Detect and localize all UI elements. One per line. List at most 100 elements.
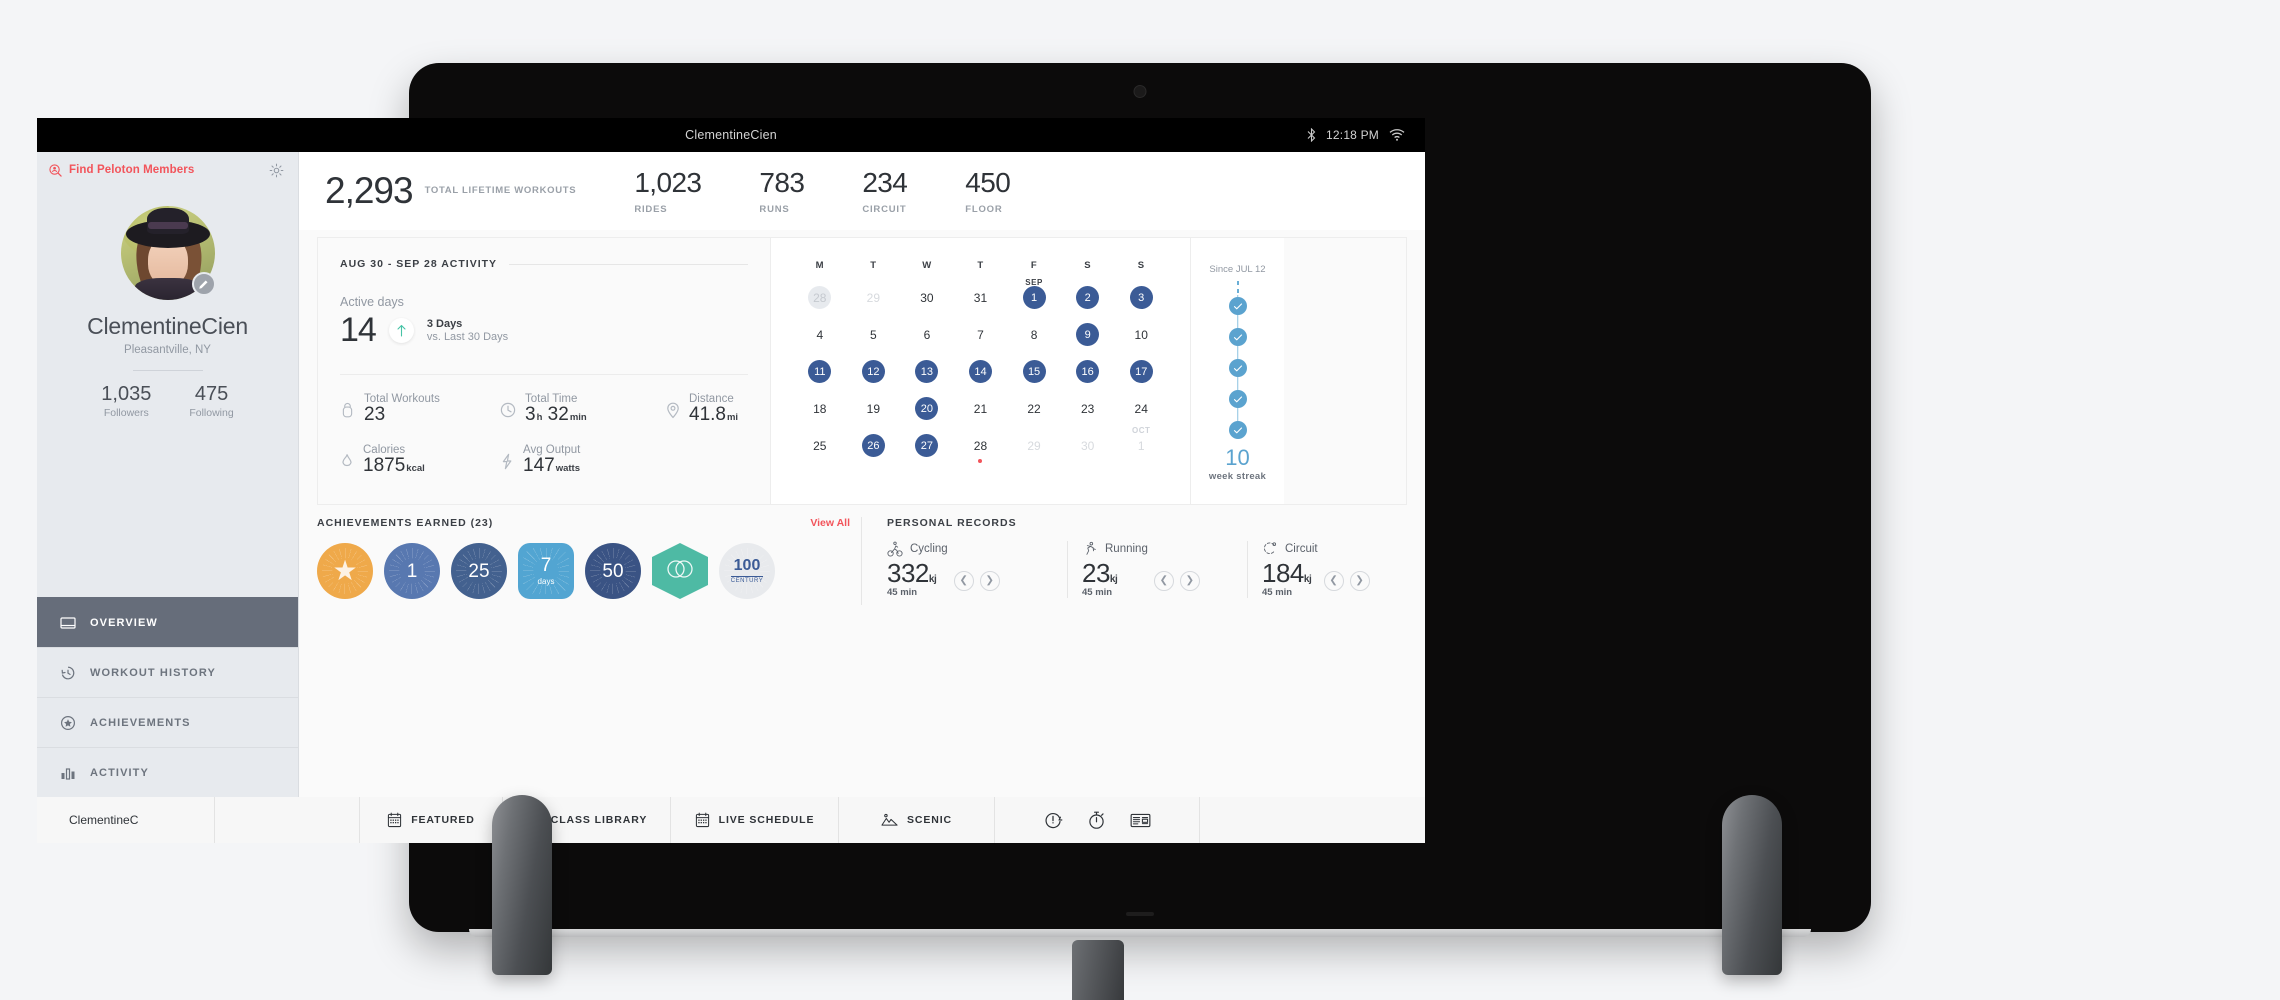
calendar-day[interactable]: 3	[1114, 279, 1168, 316]
record-value: 23	[1082, 558, 1110, 588]
trend-value: 3 Days	[426, 318, 463, 330]
view-all-link[interactable]: View All	[810, 517, 850, 529]
calendar-day-number: 16	[1076, 360, 1100, 383]
calendar-day-number: 25	[813, 438, 827, 453]
map-pin-icon	[666, 402, 680, 419]
history-refresh-icon[interactable]	[1043, 810, 1063, 830]
bottom-nav-tools	[995, 797, 1200, 843]
chevron-right-icon[interactable]: ❯	[1349, 570, 1370, 591]
personal-records-title: PERSONAL RECORDS	[887, 517, 1017, 529]
sidebar-item-label: ACHIEVEMENTS	[90, 716, 191, 729]
calendar-day[interactable]: 23	[1061, 390, 1115, 427]
calendar-day[interactable]: 13	[900, 353, 954, 390]
overlap-badge[interactable]	[652, 543, 708, 599]
calendar-day[interactable]: 27	[900, 427, 954, 464]
profile-name: ClementineCien	[87, 313, 248, 339]
output-value: 147	[523, 455, 555, 476]
calendar-day[interactable]: 21	[954, 390, 1008, 427]
25-rides-badge[interactable]: 25	[451, 543, 507, 599]
calendar-day[interactable]: SEP 1	[1007, 278, 1061, 316]
calendar-day[interactable]: 10	[1114, 316, 1168, 353]
calendar-day[interactable]: 26	[847, 427, 901, 464]
find-members-label: Find Peloton Members	[69, 164, 195, 176]
century-badge[interactable]: 100 CENTURY	[719, 543, 775, 599]
sidebar-item-workout-history[interactable]: WORKOUT HISTORY	[37, 647, 298, 697]
pencil-icon[interactable]	[191, 272, 216, 296]
calendar-day-number: 13	[915, 360, 939, 383]
chevron-left-icon[interactable]: ❮	[1323, 570, 1344, 591]
calendar-day[interactable]: 30	[900, 279, 954, 316]
bike-post	[1072, 940, 1124, 1000]
calendar-day[interactable]: 19	[847, 390, 901, 427]
calendar-day[interactable]: 14	[954, 353, 1008, 390]
bottom-nav: ClementineC FEATURED CLASS LIBRARY LIVE …	[37, 797, 1425, 843]
calendar-day[interactable]: 16	[1061, 353, 1115, 390]
news-icon[interactable]	[1130, 812, 1151, 829]
calendar-day[interactable]: 6	[900, 316, 954, 353]
calendar-day[interactable]: 9	[1061, 316, 1115, 353]
calendar-day[interactable]: 18	[793, 390, 847, 427]
calendar-icon	[387, 812, 402, 828]
first-ride-badge[interactable]: 1	[384, 543, 440, 599]
calendar-day-number: 26	[861, 434, 885, 457]
calendar-day[interactable]: 28	[954, 427, 1008, 464]
weekday-label: M	[815, 260, 824, 271]
star-badge[interactable]: ★	[317, 543, 373, 599]
calendar-day[interactable]: 4	[793, 316, 847, 353]
calendar-day[interactable]: 28	[793, 279, 847, 316]
calendar-day[interactable]: 31	[954, 279, 1008, 316]
calendar-day[interactable]: 22	[1007, 390, 1061, 427]
check-icon	[1233, 302, 1242, 309]
gear-icon[interactable]	[269, 163, 284, 178]
calendar-day-number: 15	[1022, 360, 1046, 383]
sidebar-item-achievements[interactable]: ACHIEVEMENTS	[37, 697, 298, 747]
chevron-right-icon[interactable]: ❯	[1179, 570, 1200, 591]
calendar-day[interactable]: 25	[793, 427, 847, 464]
record-value-group: 23kj	[1082, 558, 1148, 589]
calendar-day[interactable]: 11	[793, 353, 847, 390]
calendar-day[interactable]: 15	[1007, 353, 1061, 390]
check-icon	[1233, 364, 1242, 371]
calendar-day[interactable]: 8	[1007, 316, 1061, 353]
achievements-title: ACHIEVEMENTS EARNED (23)	[317, 517, 494, 529]
chevron-left-icon[interactable]: ❮	[953, 570, 974, 591]
stat-circuit: 234 CIRCUIT	[862, 167, 908, 215]
bottom-nav-user[interactable]: ClementineC	[37, 797, 215, 843]
chevron-right-icon[interactable]: ❯	[979, 570, 1000, 591]
bottom-nav-scenic[interactable]: SCENIC	[839, 797, 995, 843]
calendar-day[interactable]: 2	[1061, 279, 1115, 316]
calendar-day[interactable]: 30	[1061, 427, 1115, 464]
sidebar-item-overview[interactable]: OVERVIEW	[37, 597, 298, 647]
calendar-day[interactable]: OCT 1	[1114, 426, 1168, 464]
stopwatch-icon[interactable]	[1087, 810, 1106, 830]
badge-label: 7	[540, 555, 552, 576]
sidebar-item-activity[interactable]: ACTIVITY	[37, 747, 298, 797]
achievements-list: ★ 1 25 7 days 50 100 CENTURY	[317, 543, 862, 599]
activity-calendar: M T W T F S S 28 29 30 31 SEP 1 2 3 4 5 6 7 8 9 10 11 12…	[770, 238, 1190, 504]
trend-text: 3 Days vs. Last 30 Days	[427, 318, 508, 343]
following-stat[interactable]: 475 Following	[189, 383, 233, 419]
weekday-label: S	[1137, 260, 1145, 271]
calendar-day[interactable]: 17	[1114, 353, 1168, 390]
calendar-day[interactable]: 7	[954, 316, 1008, 353]
calendar-icon	[695, 812, 710, 828]
chevron-left-icon[interactable]: ❮	[1153, 570, 1174, 591]
status-bar-time: 12:18 PM	[1326, 128, 1379, 142]
total-lifetime-workouts: 2,293 TOTAL LIFETIME WORKOUTS	[325, 170, 576, 212]
bottom-nav-featured[interactable]: FEATURED	[360, 797, 503, 843]
followers-stat[interactable]: 1,035 Followers	[101, 383, 151, 419]
calendar-day[interactable]: 29	[1007, 427, 1061, 464]
calendar-day[interactable]: 12	[847, 353, 901, 390]
calendar-day[interactable]: 5	[847, 316, 901, 353]
calendar-day[interactable]: 20	[900, 390, 954, 427]
find-peloton-members-button[interactable]: Find Peloton Members	[49, 163, 195, 177]
sidebar-item-label: OVERVIEW	[90, 616, 158, 629]
7-day-streak-badge[interactable]: 7 days	[518, 543, 574, 599]
calendar-day[interactable]: 29	[847, 279, 901, 316]
bottom-nav-label: FEATURED	[411, 814, 475, 826]
50-rides-badge[interactable]: 50	[585, 543, 641, 599]
output-unit: watts	[555, 463, 580, 474]
bottom-nav-live-schedule[interactable]: LIVE SCHEDULE	[671, 797, 839, 843]
calendar-day-number: 30	[1080, 438, 1095, 453]
calendar-day[interactable]: 24	[1114, 390, 1168, 427]
